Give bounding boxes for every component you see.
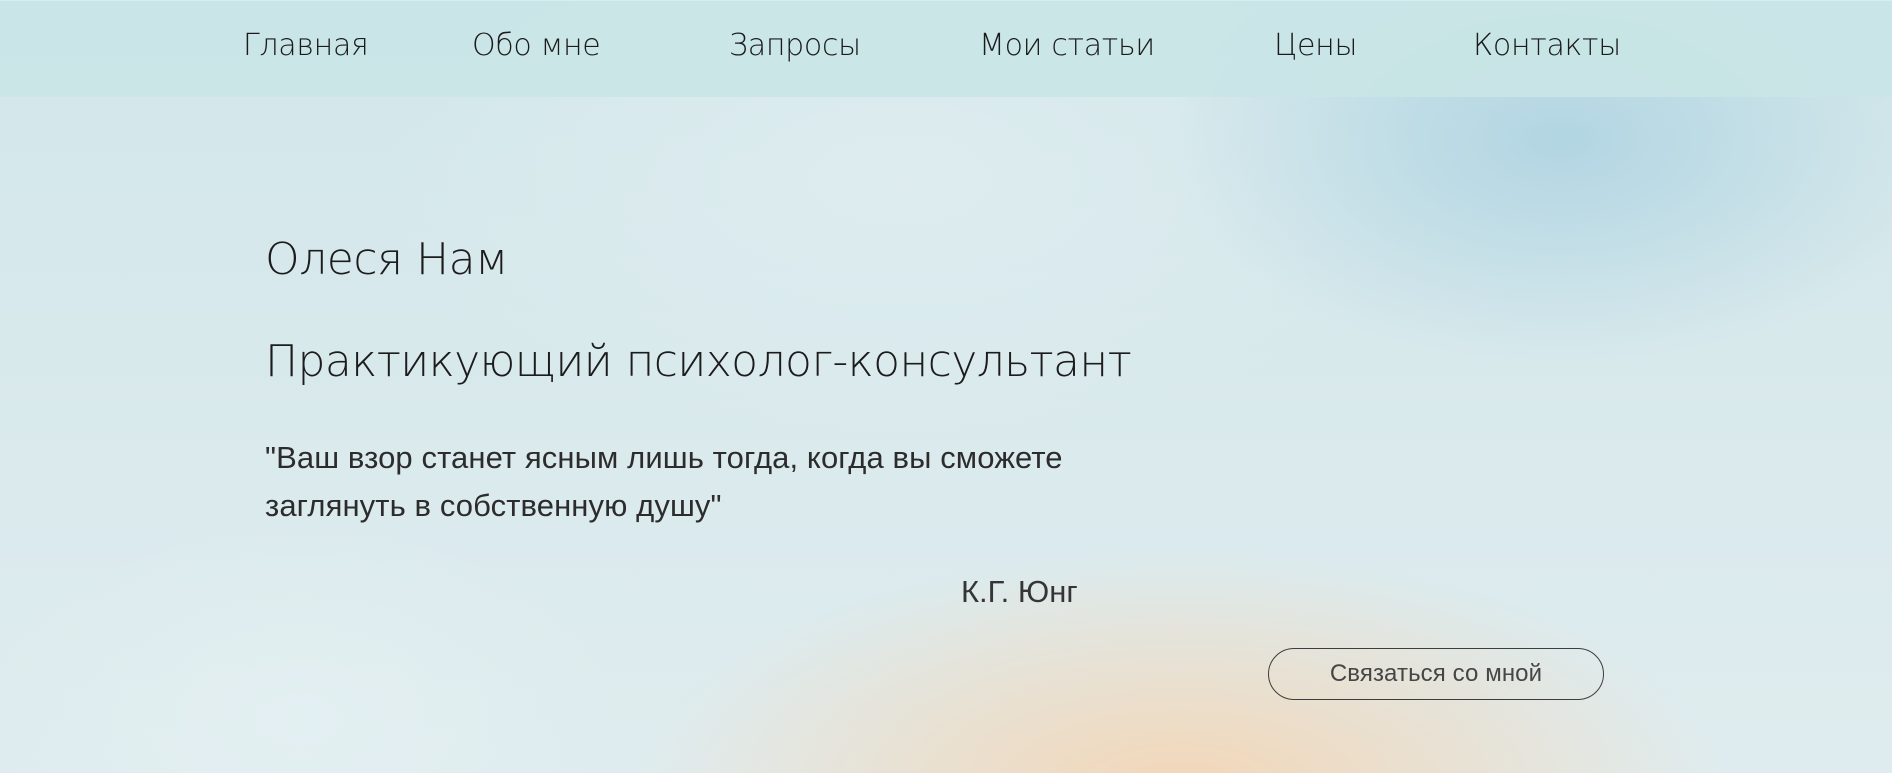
nav-item-my-articles[interactable]: Мои статьи xyxy=(979,31,1155,61)
nav-item-prices[interactable]: Цены xyxy=(1274,31,1357,61)
quote-author: К.Г. Юнг xyxy=(961,574,1078,609)
hero-name: Олеся Нам xyxy=(265,234,508,285)
hero-quote: "Ваш взор станет ясным лишь тогда, когда… xyxy=(265,440,1063,523)
nav-item-contacts[interactable]: Контакты xyxy=(1473,31,1621,61)
nav-item-requests[interactable]: Запросы xyxy=(729,31,861,61)
contact-me-button[interactable]: Связаться со мной xyxy=(1268,648,1604,700)
nav-item-home[interactable]: Главная xyxy=(243,31,369,61)
hero-title: Практикующий психолог-консультант xyxy=(265,336,1132,387)
top-navigation-bar: Главная Обо мне Запросы Мои статьи Цены … xyxy=(0,0,1892,97)
nav-item-about-me[interactable]: Обо мне xyxy=(472,31,601,61)
